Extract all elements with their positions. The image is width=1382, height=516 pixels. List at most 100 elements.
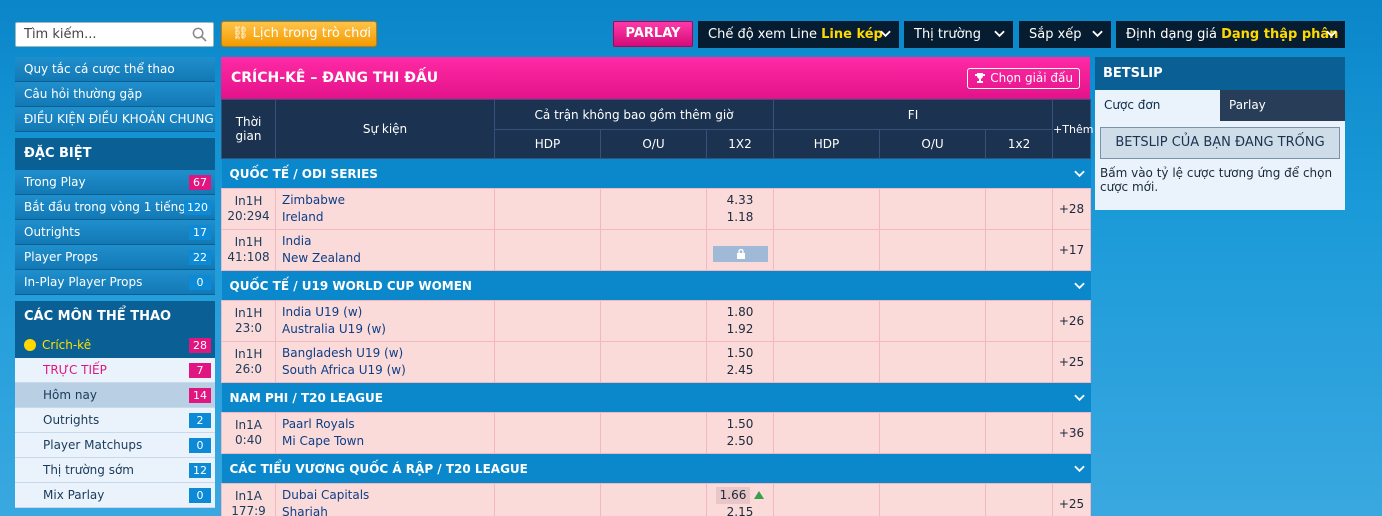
tab-single[interactable]: Cược đơn [1095, 90, 1220, 121]
odds-hdp-cell[interactable] [494, 229, 601, 271]
league-name: QUỐC TẾ / U19 WORLD CUP WOMEN [221, 270, 1091, 301]
odds-ou-cell[interactable] [600, 483, 707, 516]
sports-section-title: CÁC MÔN THỂ THAO [15, 301, 215, 333]
chevron-down-icon[interactable] [1073, 465, 1085, 473]
odds-fi-hdp-cell[interactable] [773, 188, 881, 230]
team-away: Australia U19 (w) [282, 322, 386, 336]
odds-fi-hdp-cell[interactable] [773, 229, 881, 271]
odds-away[interactable]: 2.45 [727, 363, 754, 377]
more-markets-link[interactable]: +28 [1052, 188, 1092, 230]
odds-1x2-cell[interactable]: 1.80 1.92 [705, 300, 775, 342]
odds-ou-cell[interactable] [600, 229, 707, 271]
choose-league-button[interactable]: Chọn giải đấu [967, 68, 1080, 89]
odds-ou-cell[interactable] [600, 341, 707, 383]
count-badge: 22 [189, 250, 211, 265]
sub-item-outrights[interactable]: Outrights 2 [15, 408, 215, 433]
chevron-down-icon[interactable] [1073, 170, 1085, 178]
sub-item-early-market[interactable]: Thị trường sớm 12 [15, 458, 215, 483]
league-row[interactable]: CÁC TIỂU VƯƠNG QUỐC Á RẬP / T20 LEAGUE [221, 453, 1091, 484]
sidebar-item-outrights[interactable]: Outrights 17 [15, 220, 215, 245]
odds-home[interactable]: 1.50 [727, 346, 754, 360]
more-markets-link[interactable]: +25 [1052, 483, 1092, 516]
odds-fi-hdp-cell[interactable] [773, 412, 881, 454]
odds-hdp-cell[interactable] [494, 188, 601, 230]
odds-1x2-cell[interactable]: 1.50 2.50 [705, 412, 775, 454]
more-markets-link[interactable]: +25 [1052, 341, 1092, 383]
odds-away[interactable]: 2.50 [727, 434, 754, 448]
odds-hdp-cell[interactable] [494, 483, 601, 516]
item-label: Player Props [24, 250, 99, 264]
odds-fi-1x2-cell[interactable] [985, 412, 1054, 454]
team-away: Sharjah [282, 505, 328, 516]
odds-format-dropdown[interactable]: Định dạng giá Dạng thập phân [1116, 21, 1345, 48]
odds-fi-hdp-cell[interactable] [773, 483, 881, 516]
chevron-down-icon[interactable] [1073, 394, 1085, 402]
market-dropdown[interactable]: Thị trường [904, 21, 1013, 48]
team-home: Dubai Capitals [282, 488, 370, 502]
odds-fi-ou-cell[interactable] [879, 300, 987, 342]
odds-fi-ou-cell[interactable] [879, 412, 987, 454]
sidebar: Quy tắc cá cược thể thao Câu hỏi thường … [15, 57, 215, 508]
odds-hdp-cell[interactable] [494, 341, 601, 383]
odds-fi-hdp-cell[interactable] [773, 300, 881, 342]
tab-parlay[interactable]: Parlay [1220, 90, 1345, 121]
odds-fi-ou-cell[interactable] [879, 188, 987, 230]
odds-home[interactable]: 1.50 [727, 417, 754, 431]
odds-fi-hdp-cell[interactable] [773, 341, 881, 383]
sidebar-item-starting-soon[interactable]: Bắt đầu trong vòng 1 tiếng 120 [15, 195, 215, 220]
sub-item-mix-parlay[interactable]: Mix Parlay 0 [15, 483, 215, 508]
odds-ou-cell[interactable] [600, 188, 707, 230]
chevron-down-icon[interactable] [1073, 282, 1085, 290]
team-away: Ireland [282, 210, 324, 224]
team-home: India [282, 234, 312, 248]
schedule-button[interactable]: ⛓ Lịch trong trò chơi [221, 21, 377, 47]
odds-1x2-cell[interactable] [705, 229, 775, 271]
sidebar-item-player-props[interactable]: Player Props 22 [15, 245, 215, 270]
odds-fi-ou-cell[interactable] [879, 483, 987, 516]
odds-1x2-cell[interactable]: 4.33 1.18 [705, 188, 775, 230]
league-row[interactable]: NAM PHI / T20 LEAGUE [221, 382, 1091, 413]
sidebar-link-faq[interactable]: Câu hỏi thường gặp [15, 82, 215, 107]
odds-away[interactable]: 1.92 [727, 322, 754, 336]
sidebar-item-in-play[interactable]: Trong Play 67 [15, 170, 215, 195]
search-input[interactable]: Tìm kiếm... [15, 22, 214, 47]
sort-dropdown[interactable]: Sắp xếp [1019, 21, 1111, 48]
odds-fi-1x2-cell[interactable] [985, 229, 1054, 271]
more-markets-link[interactable]: +36 [1052, 412, 1092, 454]
odds-fi-ou-cell[interactable] [879, 341, 987, 383]
match-time: In1H 41:108 [221, 229, 276, 271]
view-mode-dropdown[interactable]: Chế độ xem Line Line kép [698, 21, 899, 48]
odds-hdp-cell[interactable] [494, 412, 601, 454]
sidebar-link-terms[interactable]: ĐIỀU KIỆN ĐIỀU KHOẢN CHUNG [15, 107, 215, 132]
betslip-hint: Bấm vào tỷ lệ cược tương ứng để chọn cượ… [1100, 166, 1333, 194]
odds-hdp-cell[interactable] [494, 300, 601, 342]
odds-ou-cell[interactable] [600, 300, 707, 342]
league-row[interactable]: QUỐC TẾ / ODI SERIES [221, 158, 1091, 189]
search-icon[interactable] [192, 27, 207, 42]
league-row[interactable]: QUỐC TẾ / U19 WORLD CUP WOMEN [221, 270, 1091, 301]
sidebar-item-cricket[interactable]: Crích-kê 28 [15, 333, 215, 358]
odds-1x2-cell[interactable]: 1.50 2.45 [705, 341, 775, 383]
odds-home[interactable]: 1.80 [727, 305, 754, 319]
odds-fi-ou-cell[interactable] [879, 229, 987, 271]
sub-item-live[interactable]: TRỰC TIẾP 7 [15, 358, 215, 383]
odds-fi-1x2-cell[interactable] [985, 188, 1054, 230]
sub-item-player-matchups[interactable]: Player Matchups 0 [15, 433, 215, 458]
odds-away[interactable]: 2.15 [727, 505, 754, 516]
team-away: Mi Cape Town [282, 434, 365, 448]
odds-away[interactable]: 1.18 [727, 210, 754, 224]
sidebar-item-inplay-props[interactable]: In-Play Player Props 0 [15, 270, 215, 295]
odds-home[interactable]: 4.33 [727, 193, 754, 207]
more-markets-link[interactable]: +17 [1052, 229, 1092, 271]
odds-fi-1x2-cell[interactable] [985, 300, 1054, 342]
match-period: In1H [234, 306, 263, 320]
odds-fi-1x2-cell[interactable] [985, 483, 1054, 516]
parlay-button[interactable]: PARLAY [613, 21, 693, 47]
more-markets-link[interactable]: +26 [1052, 300, 1092, 342]
odds-home[interactable]: 1.66 [715, 487, 751, 504]
sub-item-today[interactable]: Hôm nay 14 [15, 383, 215, 408]
odds-fi-1x2-cell[interactable] [985, 341, 1054, 383]
odds-1x2-cell[interactable]: 1.66 2.15 [705, 483, 775, 516]
sidebar-link-rules[interactable]: Quy tắc cá cược thể thao [15, 57, 215, 82]
odds-ou-cell[interactable] [600, 412, 707, 454]
